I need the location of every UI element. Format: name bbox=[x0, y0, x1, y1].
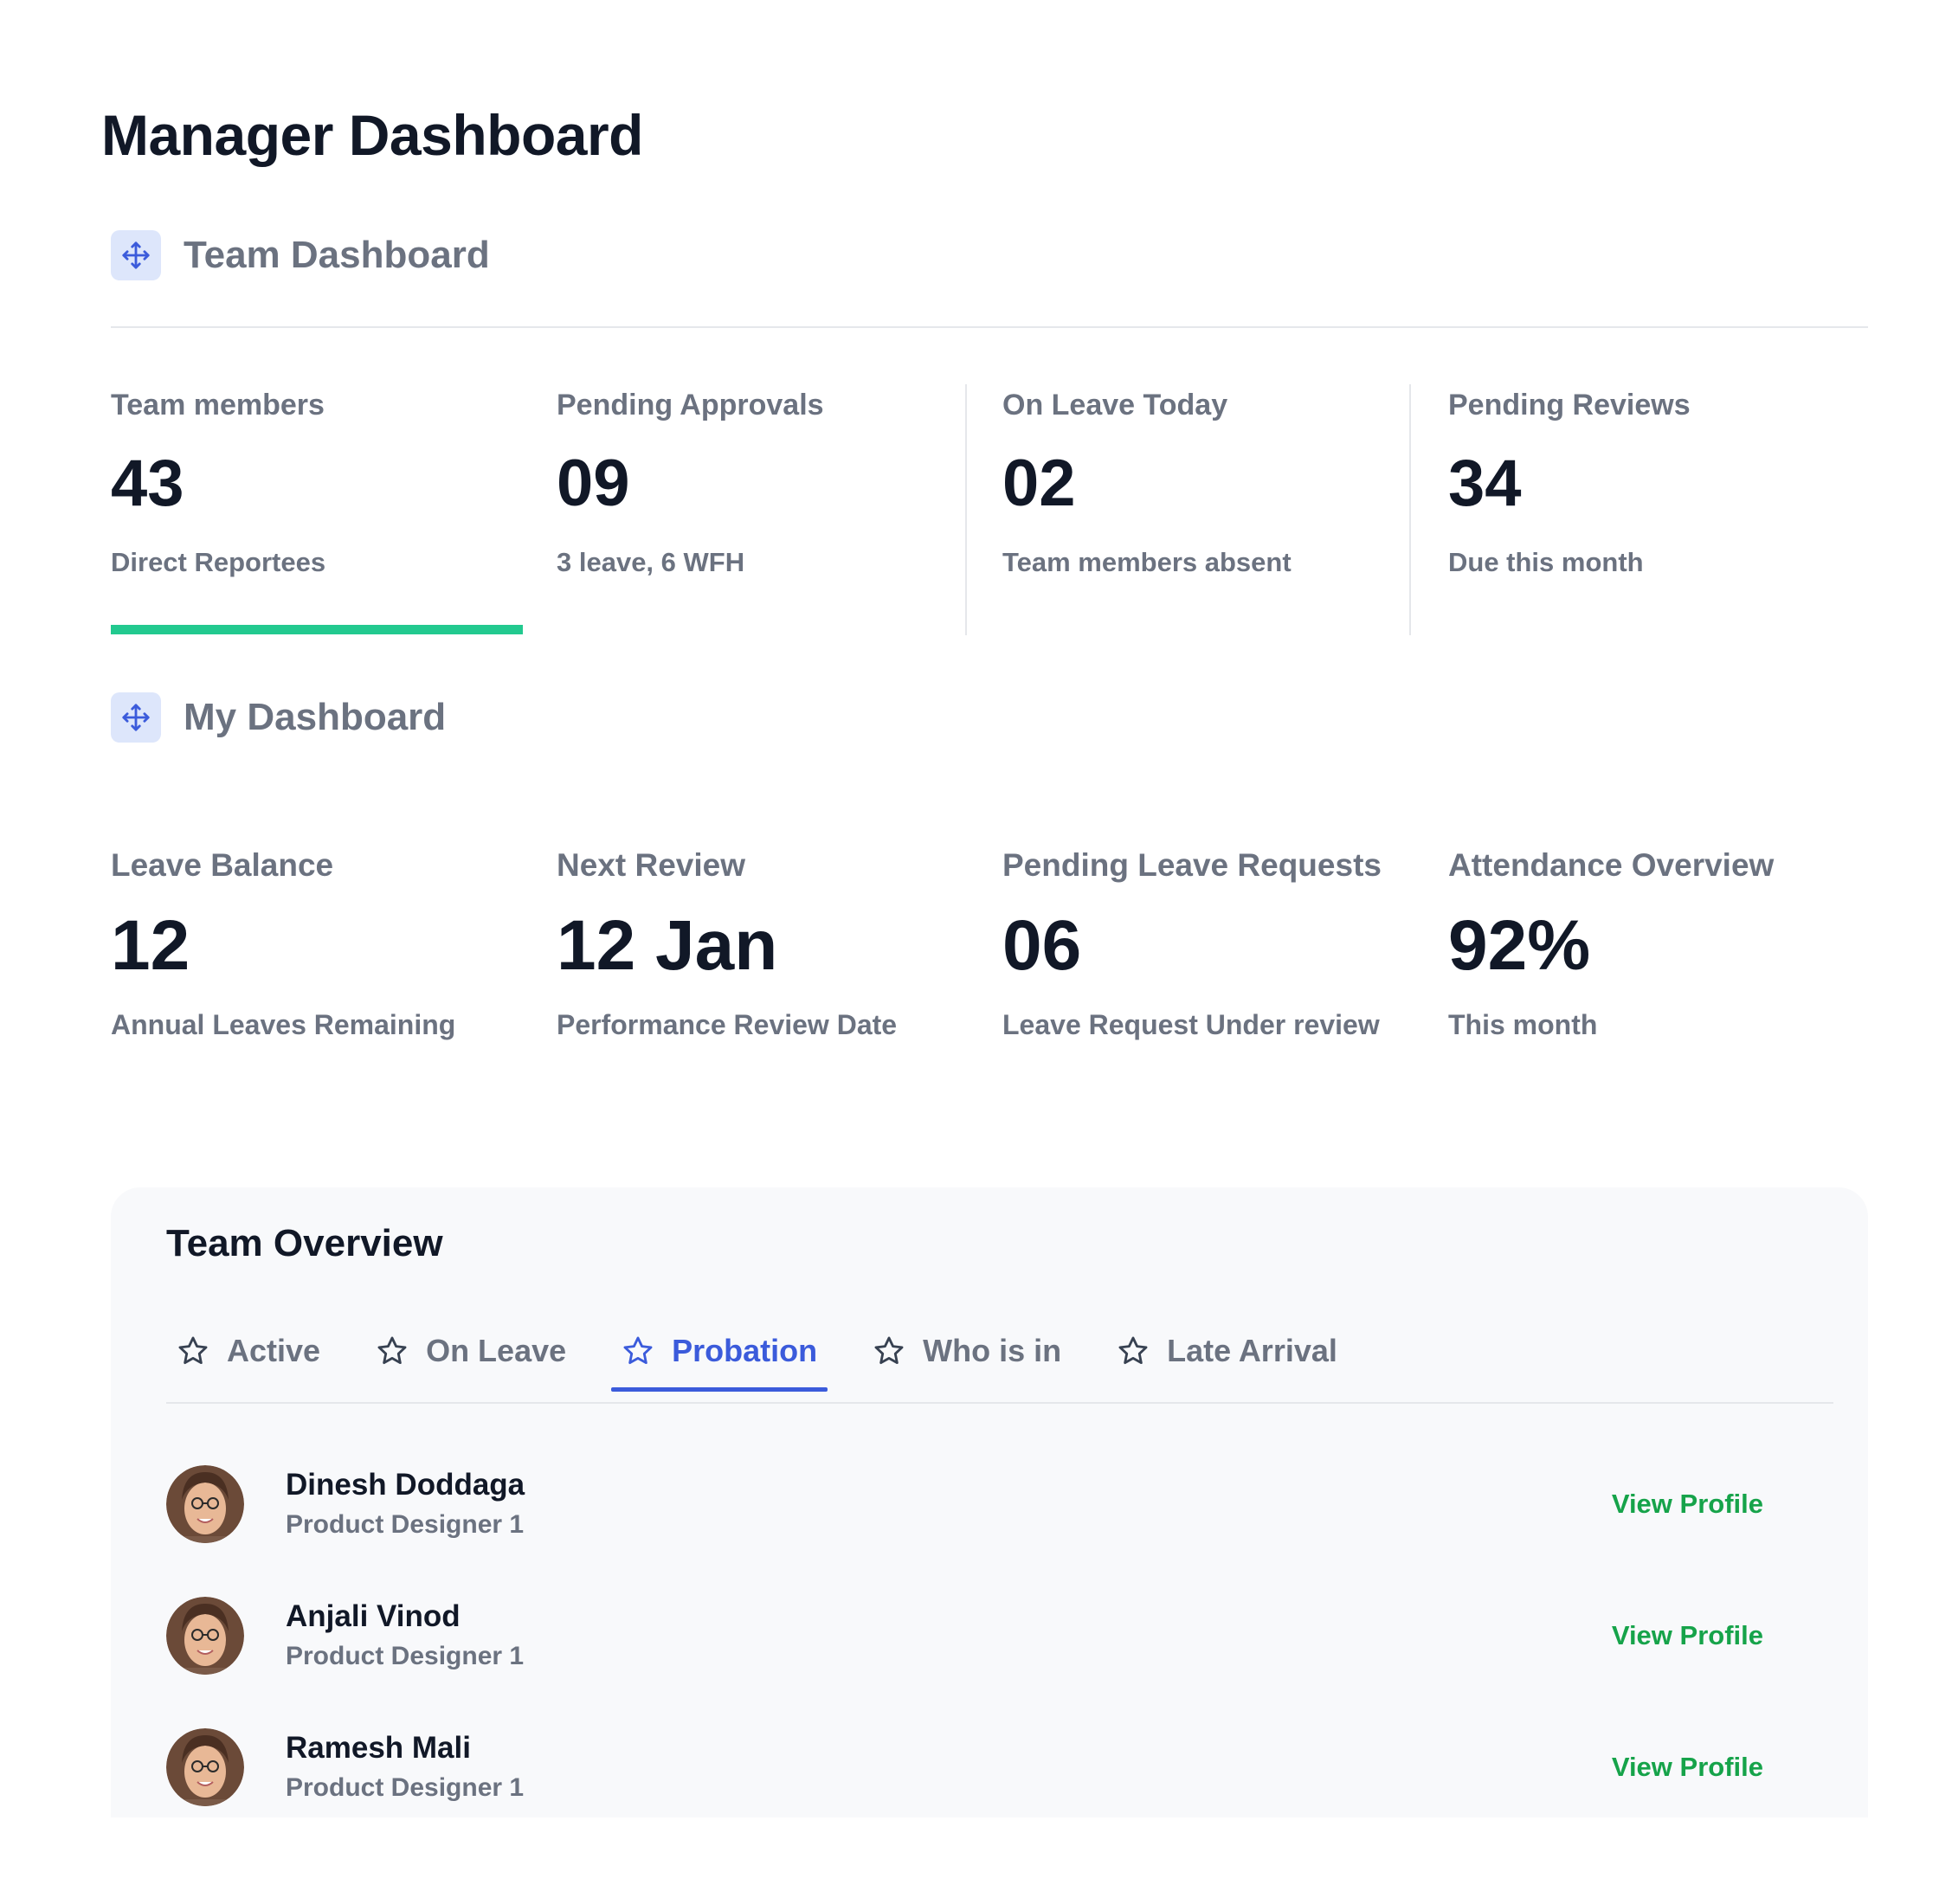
view-profile-link[interactable]: View Profile bbox=[1612, 1752, 1763, 1783]
move-icon[interactable] bbox=[111, 692, 161, 743]
stat-value: 92% bbox=[1448, 906, 1591, 985]
member-role: Product Designer 1 bbox=[286, 1510, 525, 1539]
member-name: Dinesh Doddaga bbox=[286, 1468, 525, 1502]
member-role: Product Designer 1 bbox=[286, 1642, 525, 1670]
star-icon bbox=[377, 1336, 407, 1365]
tab-probation[interactable]: Probation bbox=[611, 1315, 828, 1392]
stat-label: Team members bbox=[111, 389, 325, 421]
stat-value: 43 bbox=[111, 447, 184, 520]
stat-subtext: Team members absent bbox=[1002, 547, 1292, 577]
stat-label: Pending Reviews bbox=[1448, 389, 1691, 421]
page-title: Manager Dashboard bbox=[101, 103, 643, 167]
stat-label: Leave Balance bbox=[111, 847, 334, 883]
stat-team-members[interactable]: Team members 43 Direct Reportees bbox=[111, 384, 557, 635]
stat-value: 09 bbox=[557, 447, 630, 520]
stat-pending-approvals[interactable]: Pending Approvals 09 3 leave, 6 WFH bbox=[557, 384, 1002, 635]
view-profile-link[interactable]: View Profile bbox=[1612, 1489, 1763, 1520]
my-dashboard-title: My Dashboard bbox=[184, 696, 447, 738]
stat-subtext: Due this month bbox=[1448, 547, 1644, 577]
stat-label: Attendance Overview bbox=[1448, 847, 1775, 883]
stat-value: 12 bbox=[111, 906, 190, 985]
avatar bbox=[166, 1465, 244, 1543]
stat-subtext: Annual Leaves Remaining bbox=[111, 1009, 456, 1040]
stat-value: 12 Jan bbox=[557, 906, 778, 985]
stat-subtext: Direct Reportees bbox=[111, 547, 326, 577]
stat-subtext: This month bbox=[1448, 1009, 1598, 1040]
section-divider bbox=[111, 326, 1868, 328]
stat-divider bbox=[965, 384, 967, 635]
member-name: Ramesh Mali bbox=[286, 1731, 471, 1765]
tab-on-leave[interactable]: On Leave bbox=[365, 1315, 577, 1386]
stat-next-review[interactable]: Next Review 12 Jan Performance Review Da… bbox=[557, 845, 1002, 1122]
stat-attendance-overview[interactable]: Attendance Overview 92% This month bbox=[1448, 845, 1894, 1122]
stat-subtext: Leave Request Under review bbox=[1002, 1009, 1380, 1040]
star-icon bbox=[623, 1336, 653, 1365]
tab-who-is-in[interactable]: Who is in bbox=[862, 1315, 1072, 1386]
team-dashboard-title: Team Dashboard bbox=[184, 234, 490, 276]
tab-label: Late Arrival bbox=[1167, 1333, 1337, 1368]
star-icon bbox=[1118, 1336, 1148, 1365]
team-stats: Team members 43 Direct Reportees Pending… bbox=[111, 384, 1894, 635]
move-icon[interactable] bbox=[111, 230, 161, 280]
stat-on-leave-today[interactable]: On Leave Today 02 Team members absent bbox=[1002, 384, 1448, 635]
star-icon bbox=[178, 1336, 208, 1365]
stat-divider bbox=[1409, 384, 1411, 635]
member-list: Dinesh Doddaga Product Designer 1 View P… bbox=[166, 1438, 1811, 1833]
view-profile-link[interactable]: View Profile bbox=[1612, 1620, 1763, 1651]
member-name: Anjali Vinod bbox=[286, 1599, 461, 1633]
tab-label: Who is in bbox=[923, 1333, 1062, 1368]
member-role: Product Designer 1 bbox=[286, 1773, 525, 1802]
stat-value: 06 bbox=[1002, 906, 1082, 985]
stat-pending-leave-requests[interactable]: Pending Leave Requests 06 Leave Request … bbox=[1002, 845, 1448, 1122]
tab-active[interactable]: Active bbox=[166, 1315, 331, 1386]
my-dashboard-header: My Dashboard bbox=[111, 692, 446, 743]
tab-label: On Leave bbox=[426, 1333, 567, 1368]
team-overview-card: Team Overview Active On Leave Probation … bbox=[111, 1187, 1868, 1817]
stat-label: Pending Leave Requests bbox=[1002, 847, 1382, 883]
team-overview-tabs: Active On Leave Probation Who is in Late… bbox=[166, 1315, 1382, 1392]
star-icon bbox=[874, 1336, 904, 1365]
selected-stat-indicator bbox=[111, 625, 523, 634]
my-stats: Leave Balance 12 Annual Leaves Remaining… bbox=[111, 845, 1894, 1122]
stat-subtext: Performance Review Date bbox=[557, 1009, 898, 1040]
stat-subtext: 3 leave, 6 WFH bbox=[557, 547, 745, 577]
list-item: Ramesh Mali Product Designer 1 View Prof… bbox=[166, 1701, 1811, 1833]
list-item: Dinesh Doddaga Product Designer 1 View P… bbox=[166, 1438, 1811, 1570]
tabs-divider bbox=[166, 1402, 1833, 1404]
tab-label: Probation bbox=[672, 1333, 818, 1368]
stat-value: 02 bbox=[1002, 447, 1076, 520]
tab-late-arrival[interactable]: Late Arrival bbox=[1106, 1315, 1348, 1386]
member-info: Dinesh Doddaga Product Designer 1 bbox=[286, 1464, 525, 1544]
stat-leave-balance[interactable]: Leave Balance 12 Annual Leaves Remaining bbox=[111, 845, 557, 1122]
tab-label: Active bbox=[227, 1333, 321, 1368]
member-info: Ramesh Mali Product Designer 1 bbox=[286, 1727, 524, 1807]
stat-label: On Leave Today bbox=[1002, 389, 1228, 421]
team-dashboard-header: Team Dashboard bbox=[111, 230, 490, 280]
stat-label: Pending Approvals bbox=[557, 389, 824, 421]
member-info: Anjali Vinod Product Designer 1 bbox=[286, 1596, 524, 1676]
team-overview-title: Team Overview bbox=[166, 1222, 443, 1264]
avatar bbox=[166, 1597, 244, 1675]
manager-dashboard-page: Manager Dashboard Team Dashboard Team me… bbox=[0, 0, 1939, 1904]
stat-pending-reviews[interactable]: Pending Reviews 34 Due this month bbox=[1448, 384, 1894, 635]
list-item: Anjali Vinod Product Designer 1 View Pro… bbox=[166, 1570, 1811, 1701]
stat-value: 34 bbox=[1448, 447, 1522, 520]
avatar bbox=[166, 1728, 244, 1806]
stat-label: Next Review bbox=[557, 847, 745, 883]
